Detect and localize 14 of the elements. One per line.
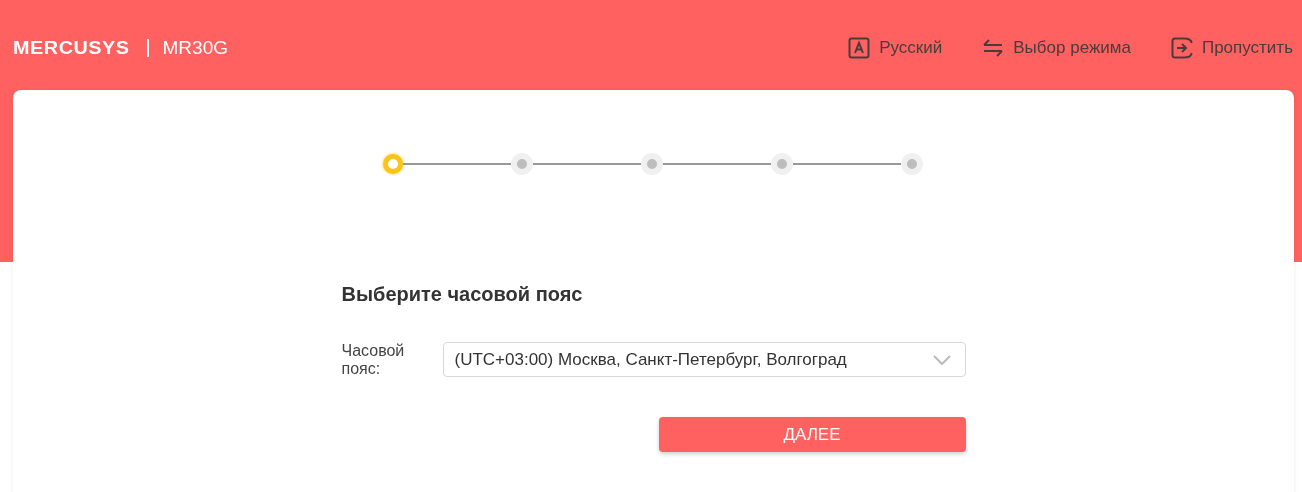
- exit-icon: [1170, 37, 1193, 59]
- model-name: MR30G: [162, 37, 228, 59]
- field-label: Часовой пояс:: [341, 342, 406, 378]
- timezone-dropdown[interactable]: (UTC+03:00) Москва, Санкт-Петербург, Волгоград: [442, 342, 966, 377]
- next-button[interactable]: ДАЛЕЕ: [658, 417, 966, 452]
- page-title: Выберите часовой пояс: [341, 283, 584, 306]
- chevron-down-icon: [932, 354, 951, 365]
- swap-arrows-icon: [982, 39, 1005, 57]
- mode-button[interactable]: Выбор режима: [982, 37, 1131, 59]
- brand-logo: MERCUSYS: [13, 37, 130, 59]
- divider-bar: [147, 39, 149, 57]
- skip-button[interactable]: Пропустить: [1170, 37, 1293, 59]
- letter-box-icon: [848, 37, 871, 59]
- language-button[interactable]: Русский: [848, 37, 943, 59]
